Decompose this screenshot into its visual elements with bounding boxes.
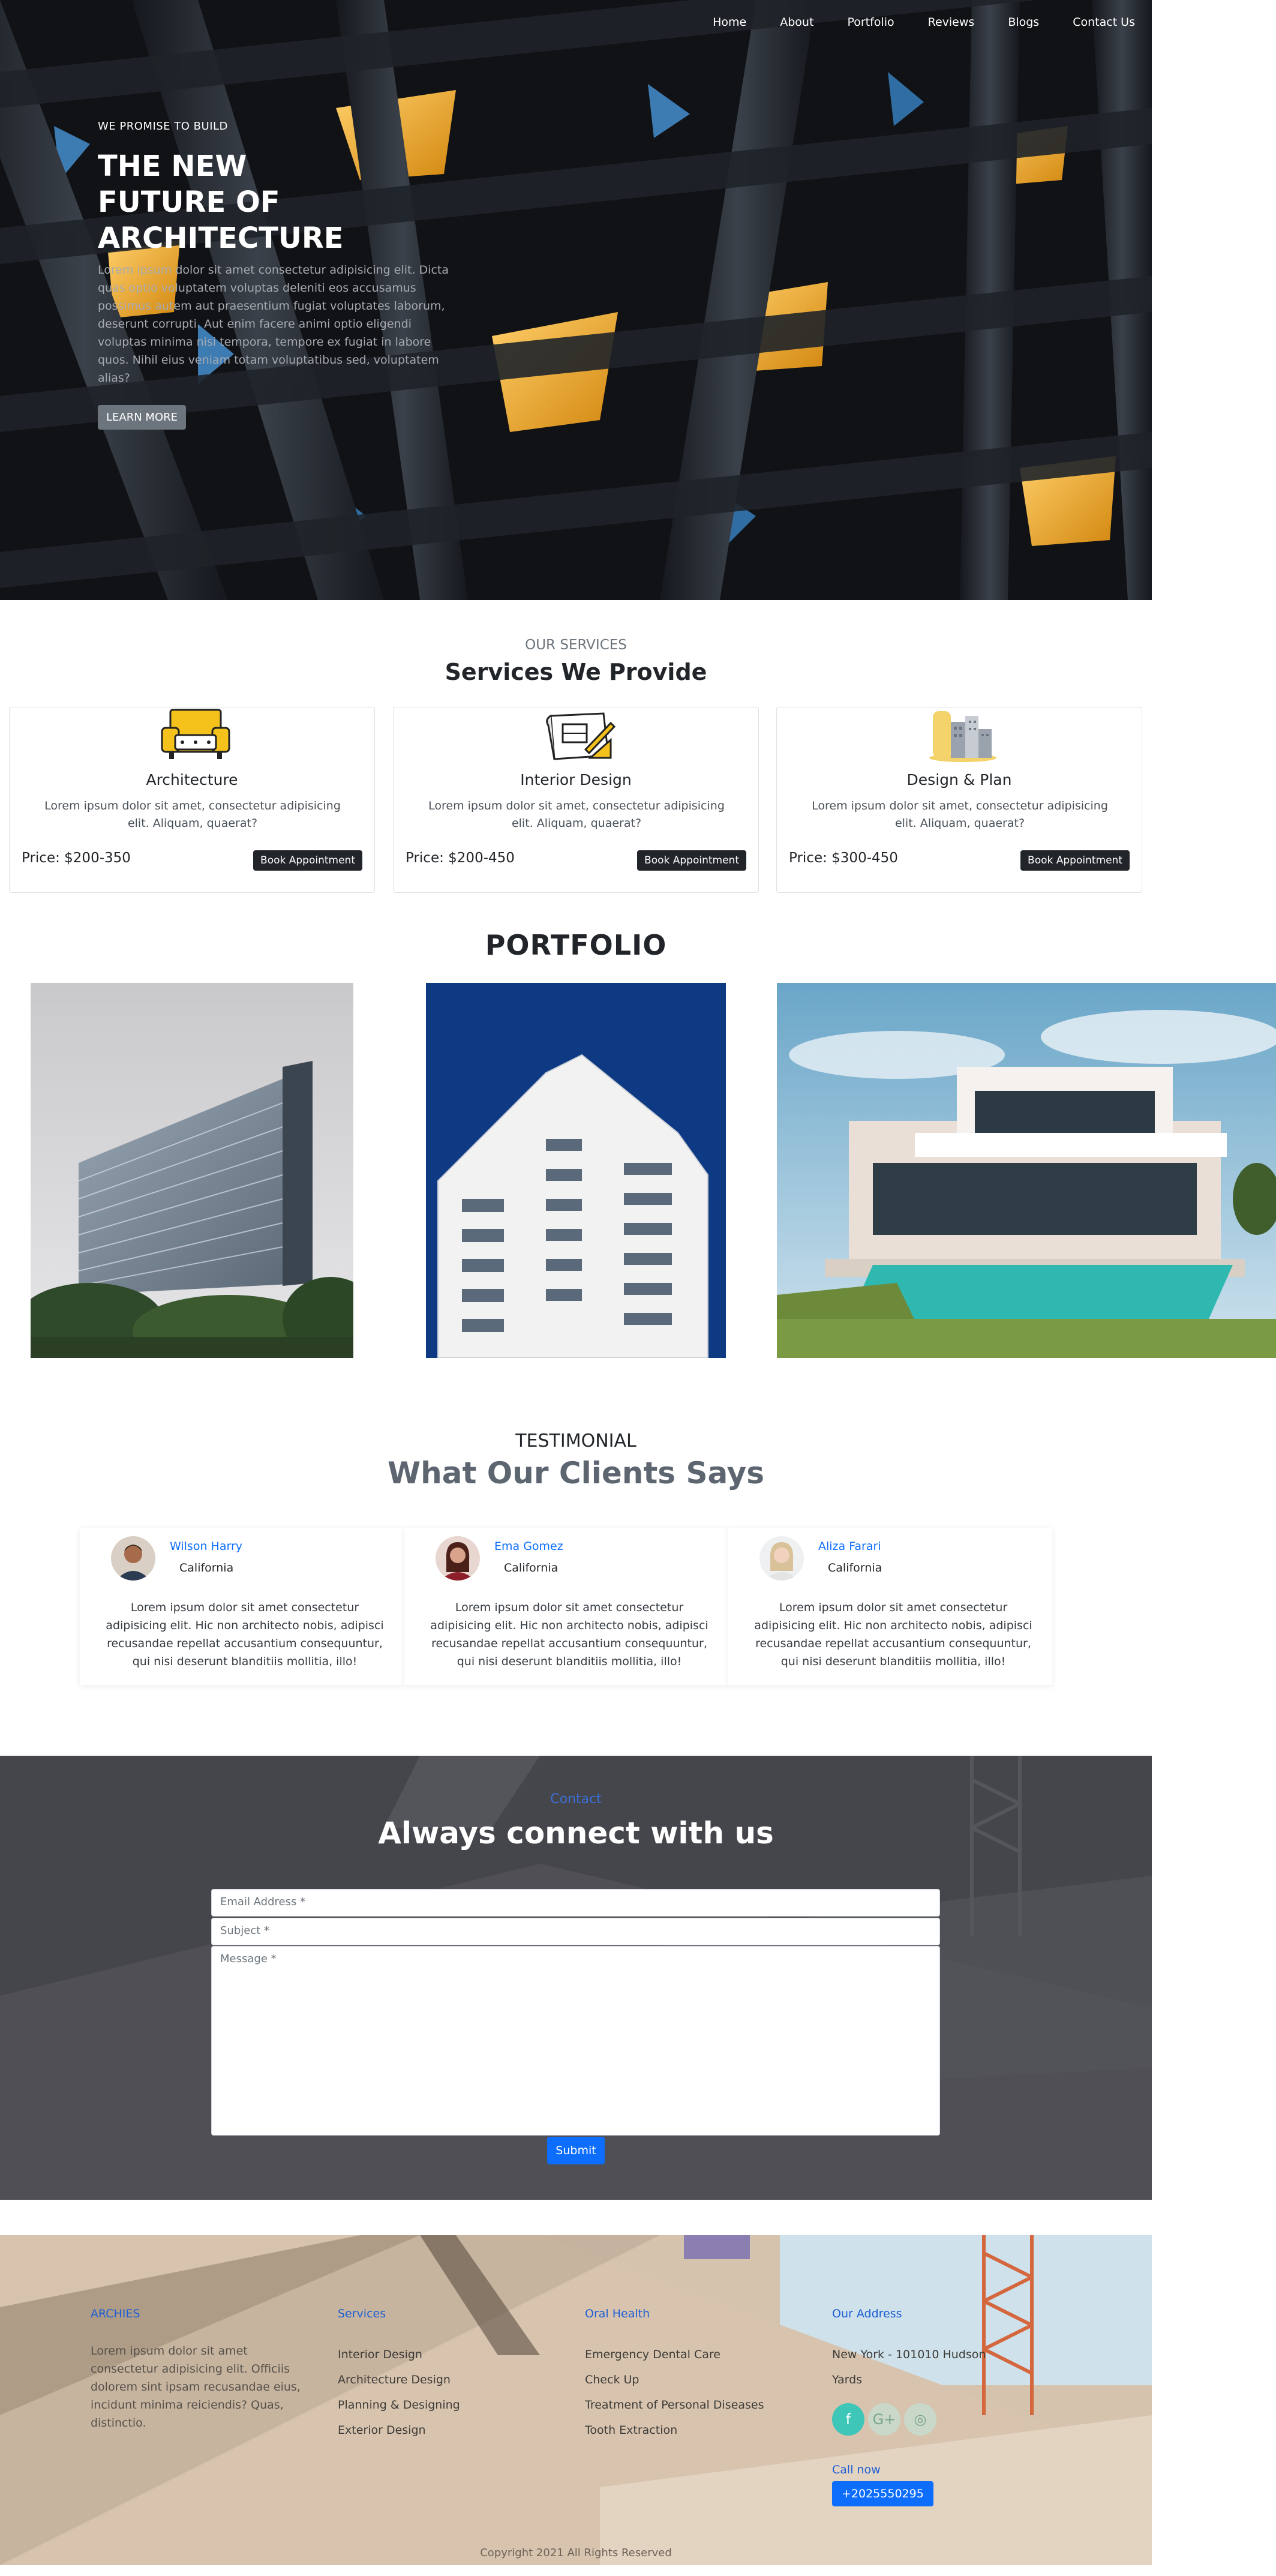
testimonial-city: California (179, 1561, 234, 1575)
contact-kicker: Contact (550, 1792, 602, 1807)
testimonial-city: California (828, 1561, 882, 1575)
avatar (436, 1536, 480, 1581)
footer-link[interactable]: Check Up (585, 2367, 764, 2392)
nav-reviews[interactable]: Reviews (911, 12, 992, 32)
hero-content: WE PROMISE TO BUILD THE NEW FUTURE OF AR… (98, 120, 458, 430)
testimonial-name[interactable]: Wilson Harry (170, 1540, 242, 1553)
footer-link[interactable]: Emergency Dental Care (585, 2342, 764, 2367)
service-name: Architecture (146, 771, 238, 788)
testimonial-text: Lorem ipsum dolor sit amet consectetur a… (754, 1601, 1032, 1668)
footer-address-line: New York - 101010 Hudson (832, 2348, 986, 2361)
sofa-icon (160, 707, 232, 763)
google-plus-icon[interactable]: G+ (868, 2403, 900, 2436)
services-title: Services We Provide (445, 659, 707, 685)
portfolio-image-glass-building[interactable] (31, 983, 353, 1358)
footer-link[interactable]: Interior Design (338, 2342, 460, 2367)
footer-brand: ARCHIES (91, 2307, 140, 2320)
hero-section: Home About Portfolio Reviews Blogs Conta… (0, 0, 1152, 600)
message-textarea[interactable]: Message * (211, 1946, 940, 2136)
service-card-design-plan: Design & Plan Lorem ipsum dolor sit amet… (776, 707, 1142, 893)
blueprint-icon (544, 707, 616, 763)
book-appointment-button[interactable]: Book Appointment (1020, 850, 1130, 871)
hero-title-line: ARCHITECTURE (98, 221, 344, 255)
hero-kicker: WE PROMISE TO BUILD (98, 120, 228, 133)
service-price: Price: $200-450 (406, 850, 515, 866)
hero-title-line: FUTURE OF (98, 185, 280, 219)
service-description: Lorem ipsum dolor sit amet, consectetur … (428, 799, 725, 830)
service-description: Lorem ipsum dolor sit amet, consectetur … (812, 799, 1108, 830)
footer-oral-health-column: Oral Health Emergency Dental Care Check … (585, 2307, 764, 2443)
service-description: Lorem ipsum dolor sit amet, consectetur … (44, 799, 341, 830)
footer-link[interactable]: Architecture Design (338, 2367, 460, 2392)
testimonial-city: California (504, 1561, 559, 1575)
contact-section: Contact Always connect with us Email Add… (0, 1756, 1152, 2200)
hero-description: Lorem ipsum dolor sit amet consectetur a… (98, 263, 449, 385)
portfolio-title: PORTFOLIO (485, 929, 667, 961)
testimonial-card: Ema Gomez California Lorem ipsum dolor s… (404, 1528, 728, 1685)
nav-about[interactable]: About (763, 12, 830, 32)
testimonial-card: Wilson Harry California Lorem ipsum dolo… (80, 1528, 404, 1685)
footer-address-column: Our Address New York - 101010 Hudson Yar… (832, 2307, 986, 2392)
services-kicker: OUR SERVICES (525, 637, 627, 653)
footer-address-line: Yards (832, 2373, 863, 2386)
footer-oral-heading: Oral Health (585, 2307, 650, 2320)
footer-services-heading: Services (338, 2307, 386, 2320)
footer-services-column: Services Interior Design Architecture De… (338, 2307, 460, 2443)
portfolio-image-white-tower[interactable] (426, 983, 726, 1358)
footer-about-column: ARCHIES Lorem ipsum dolor sit amet conse… (91, 2307, 319, 2432)
main-navbar: Home About Portfolio Reviews Blogs Conta… (696, 12, 1152, 32)
learn-more-button[interactable]: LEARN MORE (98, 405, 186, 430)
instagram-icon[interactable]: ◎ (904, 2403, 936, 2436)
email-field[interactable]: Email Address * (211, 1889, 940, 1917)
nav-blogs[interactable]: Blogs (991, 12, 1056, 32)
footer: ARCHIES Lorem ipsum dolor sit amet conse… (0, 2235, 1152, 2565)
testimonial-name[interactable]: Aliza Farari (818, 1540, 881, 1553)
submit-button[interactable]: Submit (547, 2137, 605, 2164)
footer-link[interactable]: Tooth Extraction (585, 2418, 764, 2443)
service-name: Design & Plan (906, 771, 1012, 788)
avatar (111, 1536, 155, 1581)
contact-title: Always connect with us (378, 1816, 774, 1851)
copyright: Copyright 2021 All Rights Reserved (480, 2547, 672, 2559)
nav-portfolio[interactable]: Portfolio (830, 12, 911, 32)
testimonial-name[interactable]: Ema Gomez (494, 1540, 563, 1553)
footer-link[interactable]: Exterior Design (338, 2418, 460, 2443)
service-price: Price: $300-450 (789, 850, 898, 866)
phone-button[interactable]: +2025550295 (832, 2481, 933, 2506)
subject-field[interactable]: Subject * (211, 1918, 940, 1945)
book-appointment-button[interactable]: Book Appointment (253, 850, 362, 871)
testimonial-text: Lorem ipsum dolor sit amet consectetur a… (106, 1601, 384, 1668)
service-card-architecture: Architecture Lorem ipsum dolor sit amet,… (9, 707, 375, 893)
avatar (759, 1536, 804, 1581)
testimonial-text: Lorem ipsum dolor sit amet consectetur a… (430, 1601, 708, 1668)
testimonial-kicker: TESTIMONIAL (515, 1431, 637, 1452)
footer-about-text: Lorem ipsum dolor sit amet consectetur a… (91, 2344, 301, 2430)
service-card-interior-design: Interior Design Lorem ipsum dolor sit am… (393, 707, 759, 893)
footer-link[interactable]: Treatment of Personal Diseases (585, 2392, 764, 2418)
footer-address-heading: Our Address (832, 2307, 902, 2320)
hero-title-line: THE NEW (98, 149, 247, 183)
service-name: Interior Design (520, 771, 632, 788)
facebook-icon[interactable]: f (832, 2403, 864, 2436)
nav-home[interactable]: Home (696, 12, 763, 32)
testimonial-title: What Our Clients Says (387, 1456, 765, 1491)
book-appointment-button[interactable]: Book Appointment (637, 850, 746, 871)
nav-contact-us[interactable]: Contact Us (1056, 12, 1152, 32)
call-now-label: Call now (832, 2463, 881, 2476)
buildings-icon (927, 707, 999, 763)
hero-title: THE NEW FUTURE OF ARCHITECTURE (98, 148, 458, 256)
portfolio-image-pool-villa[interactable] (777, 983, 1276, 1358)
footer-link[interactable]: Planning & Designing (338, 2392, 460, 2418)
service-price: Price: $200-350 (22, 850, 131, 866)
testimonial-card: Aliza Farari California Lorem ipsum dolo… (728, 1528, 1052, 1685)
